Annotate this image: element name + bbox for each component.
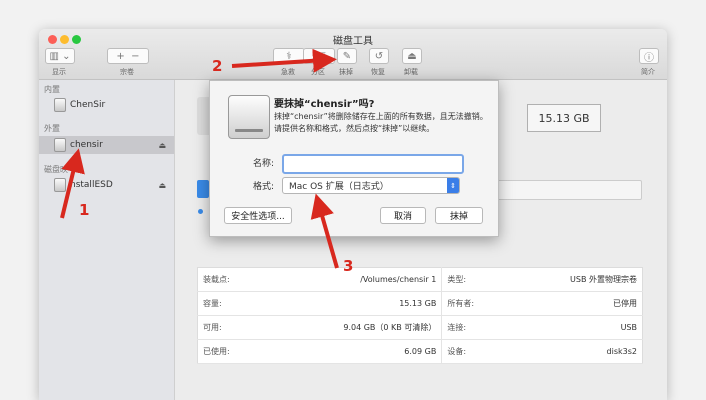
sidebar: 内置 ChenSir 外置 chensir ⏏ 磁盘映 nstallESD ⏏ [39, 80, 175, 400]
erase-button[interactable]: ✎ [337, 48, 357, 64]
minus-icon: − [131, 50, 140, 62]
info-key: 类型: [441, 267, 513, 292]
stethoscope-icon: ⚕ [286, 50, 292, 62]
info-key: 所有者: [441, 291, 513, 316]
chevron-updown-icon: ⇕ [447, 178, 459, 193]
legend-dot [198, 209, 203, 214]
disk-icon [54, 98, 66, 112]
restore-label: 恢复 [371, 68, 385, 76]
titlebar: 磁盘工具 ▥ ⌄ 显示 + − 宗卷 ⚕ 急救 分区 分区 ✎ 抹掉 ↺ 恢复 … [39, 29, 667, 80]
plus-icon: + [116, 50, 125, 62]
volume-label: 宗卷 [120, 68, 134, 76]
sidebar-header-external: 外置 [44, 124, 60, 133]
info-key: 可用: [197, 315, 268, 340]
annotation-2: 2 [212, 57, 223, 75]
sidebar-header-internal: 内置 [44, 85, 60, 94]
format-select[interactable]: Mac OS 扩展（日志式） ⇕ [282, 177, 460, 194]
info-value: 9.04 GB（0 KB 可清除） [268, 315, 443, 340]
table-row: 可用: 9.04 GB（0 KB 可清除） 连接: USB [197, 315, 643, 340]
info-key: 容量: [197, 291, 268, 316]
table-row: 装载点: /Volumes/chensir 1 类型: USB 外置物理宗卷 [197, 267, 643, 292]
info-icon: ⓘ [644, 52, 654, 64]
window-title: 磁盘工具 [333, 36, 373, 47]
partition-label: 分区 [311, 68, 325, 76]
info-value: /Volumes/chensir 1 [268, 267, 443, 292]
firstaid-button[interactable]: ⚕ [273, 48, 305, 64]
unmount-icon: ⏏ [407, 50, 417, 62]
view-label: 显示 [52, 68, 66, 76]
erase-dialog: 要抹掉“chensir”吗? 抹掉“chensir”将删除储存在上面的所有数据，… [209, 80, 499, 237]
partition-button[interactable]: 分区 [303, 48, 335, 64]
capacity-display: 15.13 GB [527, 104, 601, 132]
info-button[interactable]: ⓘ [639, 48, 659, 64]
info-key: 连接: [441, 315, 513, 340]
info-value: USB [512, 315, 643, 340]
info-value: 15.13 GB [268, 291, 443, 316]
erase-label: 抹掉 [339, 68, 353, 76]
sidebar-item-label: nstallESD [70, 180, 113, 190]
restore-button[interactable]: ↺ [369, 48, 389, 64]
sidebar-item-chensir-internal[interactable]: ChenSir [39, 96, 174, 114]
table-row: 容量: 15.13 GB 所有者: 已停用 [197, 291, 643, 316]
info-value: 6.09 GB [268, 339, 443, 364]
cancel-button[interactable]: 取消 [380, 207, 426, 224]
table-row: 已使用: 6.09 GB 设备: disk3s2 [197, 339, 643, 364]
info-value: disk3s2 [512, 339, 643, 364]
unmount-label: 卸载 [404, 68, 418, 76]
info-key: 设备: [441, 339, 513, 364]
erase-confirm-button[interactable]: 抹掉 [435, 207, 483, 224]
info-key: 装载点: [197, 267, 268, 292]
drive-icon [228, 95, 270, 139]
firstaid-label: 急救 [281, 68, 295, 76]
format-value: Mac OS 扩展（日志式） [289, 182, 389, 192]
sidebar-item-installesd[interactable]: nstallESD ⏏ [39, 176, 174, 194]
format-label: 格式: [252, 182, 274, 192]
name-input[interactable] [282, 154, 464, 174]
eject-icon[interactable]: ⏏ [158, 141, 166, 150]
info-label: 简介 [641, 68, 655, 76]
sidebar-header-disk-images: 磁盘映 [44, 165, 68, 174]
erase-icon: ✎ [342, 50, 352, 62]
eject-icon[interactable]: ⏏ [158, 181, 166, 190]
sidebar-icon: ▥ ⌄ [49, 50, 71, 62]
unmount-button[interactable]: ⏏ [402, 48, 422, 64]
volume-button[interactable]: + − [107, 48, 149, 64]
usage-bar-free [480, 180, 642, 200]
name-label: 名称: [252, 159, 274, 169]
info-value: 已停用 [512, 291, 643, 316]
security-options-button[interactable]: 安全性选项... [224, 207, 292, 224]
sidebar-item-chensir-external[interactable]: chensir ⏏ [39, 136, 174, 154]
sidebar-item-label: ChenSir [70, 100, 106, 110]
info-key: 已使用: [197, 339, 268, 364]
annotation-3: 3 [343, 257, 354, 275]
info-table: 装载点: /Volumes/chensir 1 类型: USB 外置物理宗卷 容… [197, 267, 643, 364]
dialog-title: 要抹掉“chensir”吗? [274, 99, 375, 110]
annotation-1: 1 [79, 201, 90, 219]
sidebar-item-label: chensir [70, 140, 103, 150]
view-button[interactable]: ▥ ⌄ [45, 48, 75, 64]
info-value: USB 外置物理宗卷 [512, 267, 643, 292]
disk-icon [54, 178, 66, 192]
dialog-description: 抹掉“chensir”将删除储存在上面的所有数据，且无法撤销。请提供名称和格式，… [274, 112, 488, 133]
usage-bar-used [197, 180, 209, 198]
restore-icon: ↺ [374, 50, 384, 62]
disk-icon [54, 138, 66, 152]
